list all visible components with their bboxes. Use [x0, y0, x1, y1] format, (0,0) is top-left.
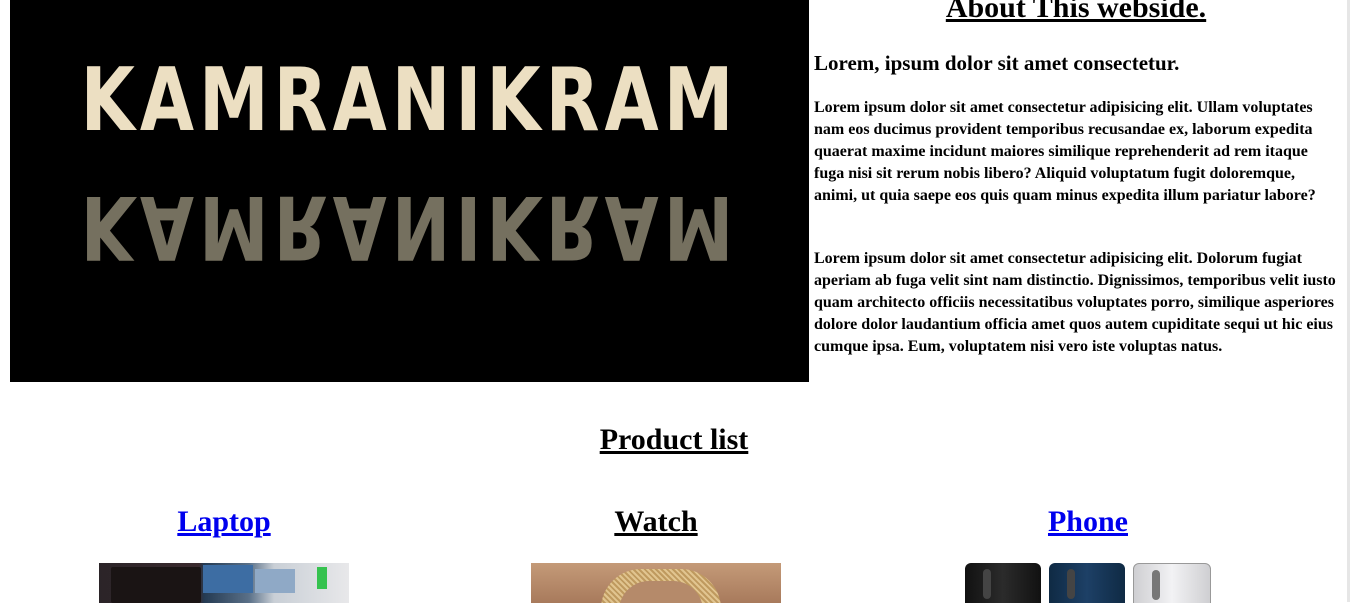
about-title: About This webside. — [945, 0, 1207, 24]
watch-image[interactable] — [531, 563, 781, 603]
about-subtitle: Lorem, ipsum dolor sit amet consectetur. — [814, 51, 1180, 75]
about-paragraph-2: Lorem ipsum dolor sit amet consectetur a… — [814, 250, 1336, 355]
product-laptop: Laptop — [8, 505, 440, 603]
logo-reflection: KAMRANIKRAM — [80, 175, 739, 279]
product-link-watch[interactable]: Watch — [614, 505, 697, 538]
product-watch: Watch — [440, 505, 872, 603]
hero-logo-image: KAMRANIKRAM KAMRANIKRAM — [10, 0, 809, 382]
product-link-phone[interactable]: Phone — [1048, 505, 1128, 538]
logo-text: KAMRANIKRAM — [80, 48, 739, 152]
about-paragraph-1: Lorem ipsum dolor sit amet consectetur a… — [814, 99, 1316, 204]
phone-image[interactable] — [963, 563, 1213, 603]
product-phone: Phone — [872, 505, 1304, 603]
product-list-title: Product list — [599, 423, 749, 456]
product-link-laptop[interactable]: Laptop — [177, 505, 270, 538]
laptop-image[interactable] — [99, 563, 349, 603]
